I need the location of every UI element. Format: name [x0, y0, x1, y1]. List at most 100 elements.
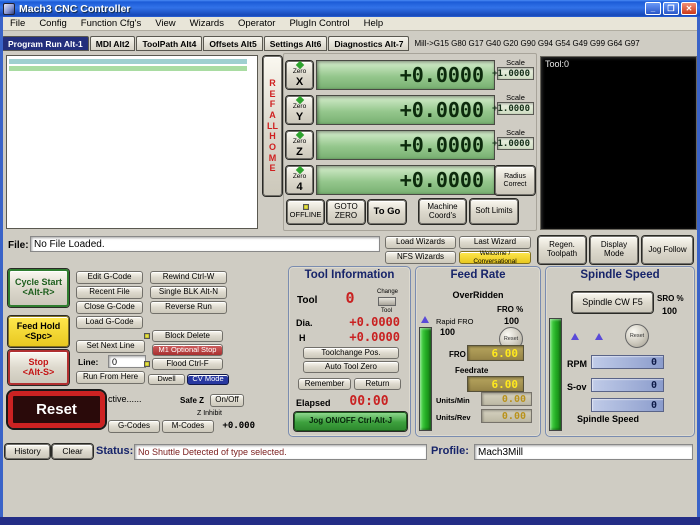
menu-function-cfgs[interactable]: Function Cfg's — [75, 18, 147, 29]
jog-follow-button[interactable]: Jog Follow — [642, 236, 693, 264]
goto-zero-button[interactable]: GOTO ZERO — [327, 200, 365, 224]
remember-button[interactable]: Remember — [298, 378, 351, 390]
rpm-readout: 0 — [591, 355, 664, 369]
cycle-start-button[interactable]: Cycle Start <Alt-R> — [8, 269, 69, 307]
zero-y-button[interactable]: Zero Y — [286, 96, 313, 124]
tab-diagnostics[interactable]: Diagnostics Alt-7 — [328, 36, 410, 51]
m-codes-button[interactable]: M-Codes — [162, 420, 214, 433]
edit-gcode-button[interactable]: Edit G-Code — [76, 271, 143, 284]
flood-button[interactable]: Flood Ctrl-F — [152, 358, 223, 370]
change-tool-label-top: Change — [377, 289, 399, 295]
h-dro[interactable]: +0.0000 — [320, 330, 400, 344]
clear-button[interactable]: Clear — [52, 444, 93, 459]
spindle-cw-button[interactable]: Spindle CW F5 — [572, 292, 653, 313]
scale-z-dro[interactable]: +1.0000 — [492, 137, 534, 150]
line-field[interactable]: 0 — [108, 355, 146, 368]
dro-x[interactable]: +0.0000 — [316, 60, 495, 90]
last-wizard-button[interactable]: Last Wizard — [459, 236, 531, 249]
sov-dro[interactable]: 0 — [591, 378, 664, 392]
scale-y-dro[interactable]: +1.0000 — [492, 102, 534, 115]
recent-file-button[interactable]: Recent File — [76, 286, 143, 299]
zero-z-button[interactable]: Zero Z — [286, 131, 313, 159]
gcode-window[interactable] — [6, 55, 258, 229]
change-tool-icon[interactable] — [378, 297, 396, 306]
jog-on-off-button[interactable]: Jog ON/OFF Ctrl-Alt-J — [294, 412, 407, 431]
load-wizards-button[interactable]: Load Wizards — [385, 236, 456, 249]
reset-button[interactable]: Reset — [6, 389, 107, 430]
set-next-line-button[interactable]: Set Next Line — [76, 340, 145, 353]
safe-z-on-off-button[interactable]: On/Off — [210, 394, 244, 407]
offline-button[interactable]: OFFLINE — [287, 200, 324, 224]
block-delete-button[interactable]: Block Delete — [152, 330, 223, 342]
display-mode-button[interactable]: Display Mode — [590, 236, 638, 264]
load-gcode-button[interactable]: Load G-Code — [76, 316, 143, 329]
tab-mdi[interactable]: MDI Alt2 — [89, 36, 136, 51]
spindle-speed-dro[interactable]: 0 — [591, 398, 664, 412]
sro-slider[interactable] — [549, 318, 562, 431]
radius-correct-button[interactable]: Radius Correct — [495, 166, 535, 195]
cv-mode-button[interactable]: CV Mode — [187, 374, 229, 385]
sro-percent-value: 100 — [662, 306, 678, 316]
m1-optional-stop-button[interactable]: M1 Optional Stop — [152, 344, 223, 356]
menu-wizards[interactable]: Wizards — [184, 18, 230, 29]
spindle-up-arrow-icon[interactable] — [571, 333, 579, 340]
maximize-icon[interactable]: ❐ — [663, 2, 679, 15]
nfs-wizards-button[interactable]: NFS Wizards — [385, 251, 456, 264]
g-codes-button[interactable]: G-Codes — [108, 420, 160, 433]
reverse-run-button[interactable]: Reverse Run — [150, 301, 227, 314]
single-blk-button[interactable]: Single BLK Alt-N — [150, 286, 227, 299]
tab-toolpath[interactable]: ToolPath Alt4 — [136, 36, 203, 51]
zero-4-button[interactable]: Zero 4 — [286, 166, 313, 194]
tool-number-dro[interactable]: 0 — [332, 289, 368, 307]
stop-button[interactable]: Stop <Alt-S> — [8, 350, 69, 385]
tab-program-run[interactable]: Program Run Alt-1 — [2, 36, 89, 51]
rapid-fro-label: Rapid FRO — [436, 317, 474, 326]
dro-z[interactable]: +0.0000 — [316, 130, 495, 160]
dro-y[interactable]: +0.0000 — [316, 95, 495, 125]
run-from-here-button[interactable]: Run From Here — [76, 371, 145, 384]
menu-view[interactable]: View — [149, 18, 181, 29]
auto-tool-zero-button[interactable]: Auto Tool Zero — [303, 361, 399, 373]
zero-x-button[interactable]: Zero X — [286, 61, 313, 89]
scale-x-dro[interactable]: +1.0000 — [492, 67, 534, 80]
spindle-up-arrow-icon-2[interactable] — [595, 333, 603, 340]
close-gcode-button[interactable]: Close G-Code — [76, 301, 143, 314]
feed-hold-button[interactable]: Feed Hold <Spc> — [8, 316, 69, 347]
close-icon[interactable]: ✕ — [681, 2, 697, 15]
dwell-button[interactable]: Dwell — [148, 374, 185, 385]
toolpath-display[interactable]: Tool:0 — [540, 56, 697, 230]
fro-dro[interactable]: 6.00 — [467, 345, 524, 361]
regen-toolpath-button[interactable]: Regen. Toolpath — [538, 236, 586, 264]
scrolling-status-text: ctive...... — [108, 394, 142, 404]
soft-limits-button[interactable]: Soft Limits — [470, 199, 518, 224]
feedrate-dro[interactable]: 6.00 — [467, 376, 524, 392]
sov-label: S-ov — [567, 382, 587, 392]
z-inhibit-dro[interactable]: +0.000 — [217, 419, 255, 432]
toolchange-pos-button[interactable]: Toolchange Pos. — [303, 347, 399, 359]
conversational-button[interactable]: Welcome / Conversational — [459, 250, 531, 265]
rewind-button[interactable]: Rewind Ctrl-W — [150, 271, 227, 284]
to-go-button[interactable]: To Go — [368, 200, 406, 224]
sro-reset-button[interactable]: Reset — [625, 324, 649, 348]
return-button[interactable]: Return — [354, 378, 401, 390]
machine-coords-button[interactable]: Machine Coord's — [419, 199, 466, 224]
tool-information-title: Tool Information — [304, 269, 395, 281]
rpm-label: RPM — [567, 359, 587, 369]
axis-letter-4: 4 — [296, 180, 303, 193]
line-label: Line: — [78, 357, 99, 367]
history-button[interactable]: History — [5, 444, 50, 459]
file-field[interactable]: No File Loaded. — [30, 236, 380, 252]
ref-all-home-button[interactable]: REF ALL HOME — [263, 56, 282, 196]
dro-4[interactable]: +0.0000 — [316, 165, 495, 195]
menu-config[interactable]: Config — [33, 18, 72, 29]
menu-help[interactable]: Help — [358, 18, 390, 29]
tab-offsets[interactable]: Offsets Alt5 — [203, 36, 263, 51]
menu-plugin-control[interactable]: PlugIn Control — [283, 18, 355, 29]
minimize-icon[interactable]: _ — [645, 2, 661, 15]
fro-slider[interactable] — [419, 327, 432, 431]
menu-operator[interactable]: Operator — [232, 18, 282, 29]
fro-up-arrow-icon[interactable] — [421, 316, 429, 323]
dia-dro[interactable]: +0.0000 — [320, 315, 400, 329]
menu-file[interactable]: File — [4, 18, 31, 29]
tab-settings[interactable]: Settings Alt6 — [263, 36, 328, 51]
